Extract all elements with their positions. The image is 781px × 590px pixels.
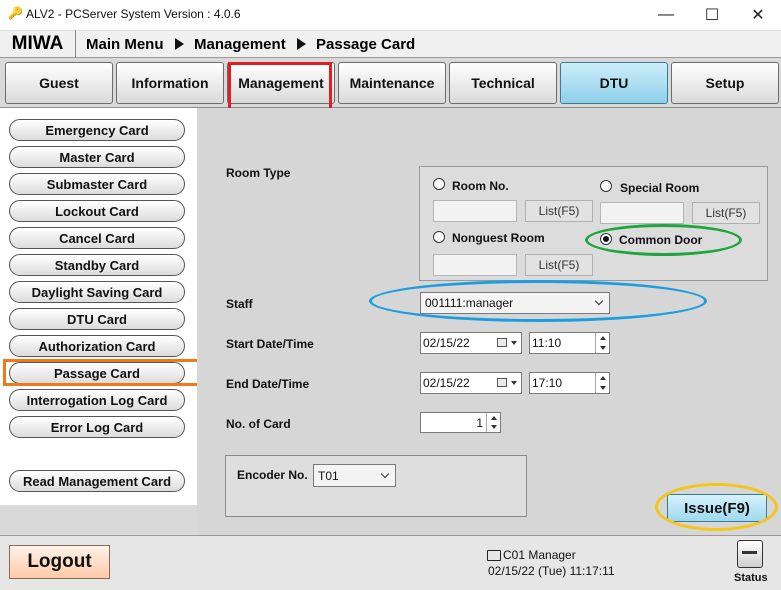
- nonguest-room-list-button[interactable]: List(F5): [525, 254, 593, 276]
- encoder-select[interactable]: T01: [313, 464, 396, 487]
- card-slot: [742, 551, 757, 554]
- highlight-passage-card: [3, 359, 208, 386]
- close-button[interactable]: ✕: [735, 0, 781, 30]
- start-time-value: 11:10: [532, 336, 562, 350]
- calendar-icon: [497, 338, 507, 347]
- room-no-field[interactable]: [433, 200, 517, 222]
- start-time-spinner[interactable]: [595, 333, 609, 353]
- no-of-card-label: No. of Card: [226, 417, 291, 431]
- spin-down-icon: [490, 425, 497, 430]
- tab-guest[interactable]: Guest: [5, 62, 113, 104]
- tab-maintenance[interactable]: Maintenance: [338, 62, 446, 104]
- special-room-field[interactable]: [600, 202, 684, 224]
- spin-up-icon: [599, 376, 606, 380]
- window-title: ALV2 - PCServer System Version : 4.0.6: [26, 7, 241, 21]
- status-bar: [0, 535, 781, 590]
- calendar-icon: [497, 378, 507, 387]
- start-date-picker[interactable]: 02/15/22: [420, 332, 522, 354]
- read-management-card-button[interactable]: Read Management Card: [9, 470, 185, 492]
- tab-technical[interactable]: Technical: [449, 62, 557, 104]
- logout-button[interactable]: Logout: [9, 545, 110, 579]
- start-date-value: 02/15/22: [423, 336, 470, 350]
- room-no-list-button[interactable]: List(F5): [525, 200, 593, 222]
- sidebar-item-submaster-card[interactable]: Submaster Card: [9, 173, 185, 195]
- highlight-issue-button: [655, 483, 778, 531]
- special-room-label: Special Room: [620, 181, 700, 195]
- chevron-down-icon: [511, 341, 517, 345]
- end-date-value: 02/15/22: [423, 376, 470, 390]
- start-datetime-label: Start Date/Time: [226, 337, 314, 351]
- user-terminal-icon: [487, 550, 501, 561]
- brand-logo: MIWA: [0, 30, 76, 58]
- spin-up-icon: [599, 336, 606, 340]
- breadcrumb-main-menu: Main Menu: [86, 36, 164, 53]
- status-label: Status: [734, 572, 768, 584]
- sidebar-item-lockout-card[interactable]: Lockout Card: [9, 200, 185, 222]
- logged-in-user: C01 Manager: [503, 548, 576, 562]
- sidebar-item-dtu-card[interactable]: DTU Card: [9, 308, 185, 330]
- sidebar-item-authorization-card[interactable]: Authorization Card: [9, 335, 185, 357]
- tab-dtu[interactable]: DTU: [560, 62, 668, 104]
- breadcrumb-arrow-icon: [297, 38, 306, 50]
- sidebar-item-cancel-card[interactable]: Cancel Card: [9, 227, 185, 249]
- encoder-label: Encoder No.: [237, 468, 308, 482]
- window-title-bar: 🔑 ALV2 - PCServer System Version : 4.0.6…: [0, 0, 781, 30]
- special-room-radio[interactable]: [600, 180, 612, 192]
- sidebar-item-emergency-card[interactable]: Emergency Card: [9, 119, 185, 141]
- breadcrumb-management: Management: [194, 36, 286, 53]
- highlight-staff-select: [369, 280, 707, 322]
- nonguest-room-field[interactable]: [433, 254, 517, 276]
- staff-label: Staff: [226, 297, 253, 311]
- card-menu-footer: [0, 505, 197, 535]
- start-time-input[interactable]: 11:10: [529, 332, 610, 354]
- app-icon: 🔑: [8, 6, 23, 20]
- highlight-common-door: [585, 224, 742, 256]
- breadcrumb-arrow-icon: [175, 38, 184, 50]
- chevron-down-icon: [511, 381, 517, 385]
- breadcrumb-passage-card: Passage Card: [316, 36, 416, 53]
- end-time-spinner[interactable]: [595, 373, 609, 393]
- sidebar-item-interrogation-log-card[interactable]: Interrogation Log Card: [9, 389, 185, 411]
- room-type-label: Room Type: [226, 166, 291, 180]
- nonguest-room-label: Nonguest Room: [452, 231, 545, 245]
- room-no-radio[interactable]: [433, 178, 445, 190]
- end-date-picker[interactable]: 02/15/22: [420, 372, 522, 394]
- minimize-button[interactable]: —: [643, 0, 689, 30]
- spin-down-icon: [599, 346, 606, 350]
- tab-information[interactable]: Information: [116, 62, 224, 104]
- spin-down-icon: [599, 386, 606, 390]
- sidebar-item-daylight-saving-card[interactable]: Daylight Saving Card: [9, 281, 185, 303]
- status-datetime: 02/15/22 (Tue) 11:17:11: [488, 564, 615, 578]
- no-of-card-input[interactable]: 1: [420, 412, 501, 433]
- sidebar-item-standby-card[interactable]: Standby Card: [9, 254, 185, 276]
- maximize-button[interactable]: ☐: [689, 0, 735, 30]
- no-of-card-value: 1: [476, 415, 483, 430]
- end-datetime-label: End Date/Time: [226, 377, 310, 391]
- end-time-value: 17:10: [532, 376, 563, 390]
- end-time-input[interactable]: 17:10: [529, 372, 610, 394]
- sidebar-item-master-card[interactable]: Master Card: [9, 146, 185, 168]
- special-room-list-button[interactable]: List(F5): [692, 202, 760, 224]
- tab-setup[interactable]: Setup: [671, 62, 779, 104]
- encoder-value: T01: [318, 468, 339, 483]
- no-of-card-spinner[interactable]: [486, 413, 500, 432]
- room-no-label: Room No.: [452, 179, 509, 193]
- nonguest-room-radio[interactable]: [433, 231, 445, 243]
- chevron-down-icon: [380, 469, 390, 479]
- sidebar-item-error-log-card[interactable]: Error Log Card: [9, 416, 185, 438]
- spin-up-icon: [490, 415, 497, 420]
- card-encoder-icon[interactable]: [737, 540, 763, 568]
